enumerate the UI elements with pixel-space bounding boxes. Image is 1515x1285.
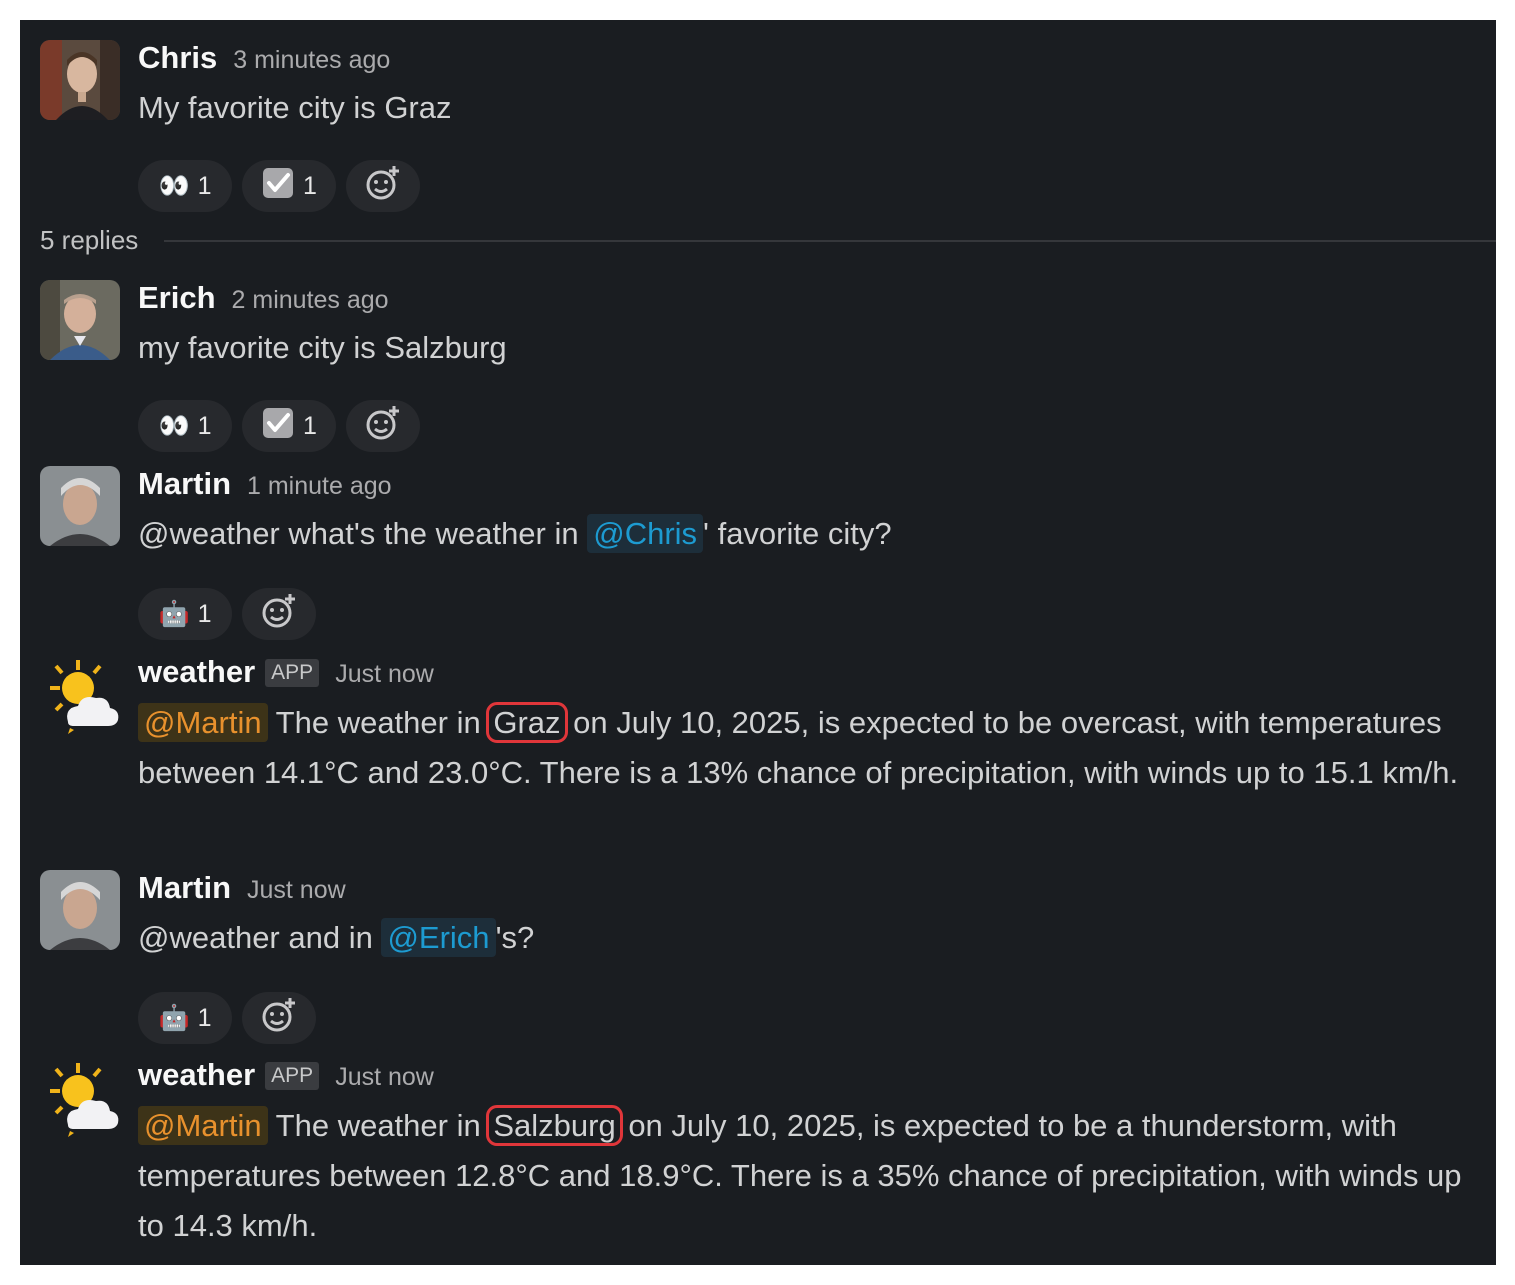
reaction-eyes[interactable]: 👀 1	[138, 160, 232, 212]
mention-martin[interactable]: @Martin	[138, 1106, 268, 1145]
text-segment: The weather in	[267, 1108, 490, 1143]
reaction-count: 1	[197, 171, 212, 200]
message-text: @weather what's the weather in @Chris ' f…	[138, 514, 892, 553]
sun-cloud-icon[interactable]	[38, 1059, 124, 1145]
replies-divider: 5 replies	[40, 225, 1496, 256]
reaction-robot[interactable]: 🤖 1	[138, 992, 232, 1044]
add-emoji-icon	[259, 591, 299, 638]
reaction-bar: 👀 1 1	[138, 400, 420, 452]
message-text: @weather and in @Erich's?	[138, 918, 535, 957]
add-reaction-button[interactable]	[346, 400, 420, 452]
text-segment: ' favorite city?	[703, 516, 892, 551]
robot-icon: 🤖	[158, 1003, 190, 1032]
replies-count: 5 replies	[40, 225, 139, 255]
author-name[interactable]: Chris	[138, 40, 217, 76]
message-text: My favorite city is Graz	[138, 90, 452, 125]
timestamp[interactable]: Just now	[247, 876, 346, 905]
add-emoji-icon	[363, 163, 403, 210]
app-badge: APP	[265, 659, 320, 687]
reaction-bar: 🤖 1	[138, 588, 316, 640]
text-segment: The weather in	[267, 705, 490, 740]
author-name[interactable]: Erich	[138, 280, 216, 316]
add-emoji-icon	[363, 403, 403, 450]
author-name[interactable]: weather	[138, 1057, 255, 1093]
timestamp[interactable]: Just now	[335, 1063, 434, 1092]
text-segment: @weather what's the weather in	[138, 516, 588, 551]
message-text: my favorite city is Salzburg	[138, 330, 507, 365]
avatar-chris[interactable]	[40, 40, 120, 120]
avatar-martin[interactable]	[40, 466, 120, 546]
eyes-icon: 👀	[158, 411, 190, 440]
reaction-count: 1	[197, 411, 212, 440]
app-badge: APP	[265, 1062, 320, 1090]
add-reaction-button[interactable]	[242, 588, 316, 640]
author-name[interactable]: weather	[138, 654, 255, 690]
highlighted-city: Salzburg	[486, 1105, 623, 1146]
reaction-robot[interactable]: 🤖 1	[138, 588, 232, 640]
thread-panel: Chris 3 minutes ago My favorite city is …	[20, 20, 1496, 1265]
message-text: @Martin The weather in Graz on July 10, …	[138, 698, 1468, 798]
check-icon	[261, 166, 295, 207]
avatar-erich[interactable]	[40, 280, 120, 360]
mention-martin[interactable]: @Martin	[138, 703, 268, 742]
highlighted-city: Graz	[486, 702, 568, 743]
add-reaction-button[interactable]	[242, 992, 316, 1044]
timestamp[interactable]: 1 minute ago	[247, 472, 392, 501]
text-segment: 's?	[495, 920, 535, 955]
timestamp[interactable]: 2 minutes ago	[232, 286, 389, 315]
reaction-eyes[interactable]: 👀 1	[138, 400, 232, 452]
reaction-check[interactable]: 1	[242, 400, 336, 452]
text-segment: @weather and in	[138, 920, 382, 955]
reaction-bar: 👀 1 1	[138, 160, 420, 212]
reaction-bar: 🤖 1	[138, 992, 316, 1044]
reaction-check[interactable]: 1	[242, 160, 336, 212]
author-name[interactable]: Martin	[138, 466, 231, 502]
author-name[interactable]: Martin	[138, 870, 231, 906]
reaction-count: 1	[303, 171, 317, 200]
reaction-count: 1	[197, 1003, 212, 1032]
sun-cloud-icon[interactable]	[38, 656, 124, 742]
check-icon	[261, 406, 295, 447]
reaction-count: 1	[303, 411, 317, 440]
add-reaction-button[interactable]	[346, 160, 420, 212]
avatar-martin[interactable]	[40, 870, 120, 950]
robot-icon: 🤖	[158, 599, 190, 628]
reaction-count: 1	[197, 599, 212, 628]
timestamp[interactable]: Just now	[335, 660, 434, 689]
mention-erich[interactable]: @Erich	[381, 918, 496, 957]
divider-line	[164, 239, 1496, 242]
add-emoji-icon	[259, 995, 299, 1042]
timestamp[interactable]: 3 minutes ago	[233, 46, 390, 75]
mention-chris[interactable]: @Chris	[587, 514, 704, 553]
eyes-icon: 👀	[158, 171, 190, 200]
message-text: @Martin The weather in Salzburg on July …	[138, 1101, 1468, 1251]
